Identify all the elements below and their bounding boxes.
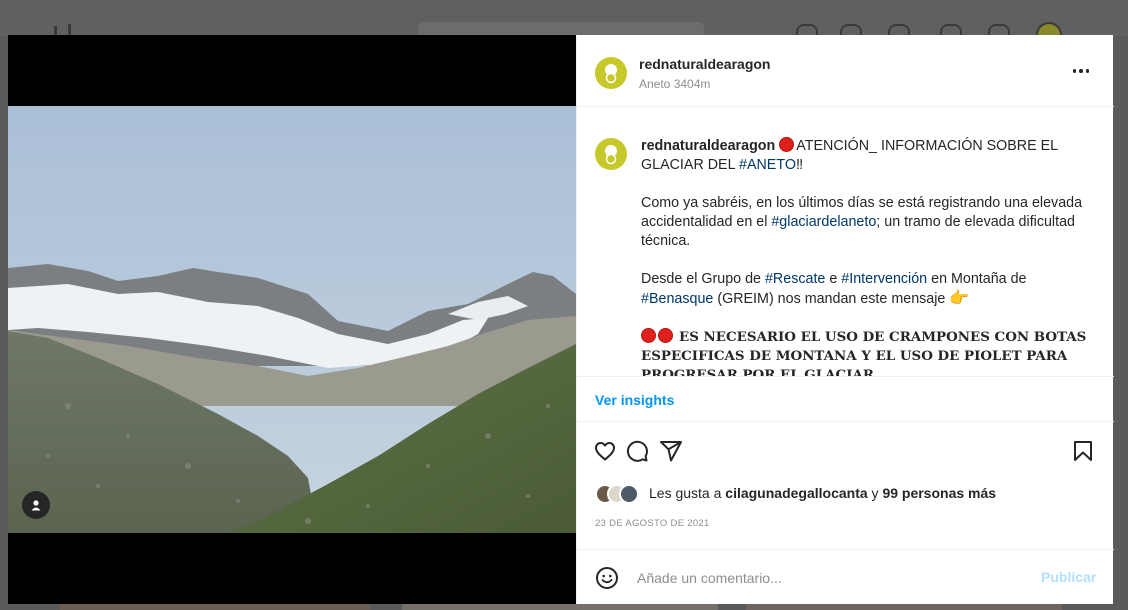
- liker-username[interactable]: cilagunadegallocanta: [725, 485, 867, 501]
- caption-warning: ES NECESARIO EL USO DE CRAMPONES CON BOT…: [641, 329, 1087, 376]
- background-search: [418, 22, 704, 36]
- background-thumbnail: [60, 603, 370, 610]
- background-thumbnail: [402, 603, 718, 610]
- caption-text: rednaturaldearagon ATENCIÓN_ INFORMACIÓN…: [641, 137, 1097, 376]
- background-thumbnail: [746, 603, 1062, 610]
- hashtag-link[interactable]: #glaciardelaneto: [771, 214, 876, 230]
- post-header: rednaturaldearagon Aneto 3404m: [577, 35, 1114, 107]
- post-date[interactable]: 23 DE AGOSTO DE 2021: [595, 518, 710, 529]
- share-icon[interactable]: [657, 437, 685, 465]
- comment-bar: Publicar: [577, 549, 1114, 604]
- post-sidebar: rednaturaldearagon Aneto 3404m rednatura…: [576, 35, 1114, 604]
- red-circle-emoji: [779, 137, 795, 152]
- publish-button[interactable]: Publicar: [1041, 569, 1096, 585]
- likes-summary: Les gusta a cilagunadegallocanta y 99 pe…: [595, 481, 996, 505]
- caption-text-segment: en Montaña de: [927, 271, 1027, 287]
- liker-avatars[interactable]: [595, 482, 643, 504]
- hashtag-link[interactable]: #Rescate: [765, 271, 825, 287]
- caption-paragraph: Desde el Grupo de #Rescate e #Intervenci…: [641, 270, 1097, 309]
- caption-headline-end: ‼: [795, 157, 804, 173]
- insights-bar: Ver insights: [577, 376, 1114, 422]
- comment-icon[interactable]: [623, 437, 651, 465]
- hashtag-link[interactable]: #ANETO: [739, 157, 796, 173]
- caption-text-segment: e: [825, 271, 842, 287]
- author-avatar[interactable]: [595, 57, 627, 89]
- save-icon[interactable]: [1069, 437, 1097, 465]
- likes-prefix: Les gusta a: [649, 485, 722, 501]
- emoji-icon[interactable]: [595, 566, 619, 590]
- likes-middle: y: [867, 485, 883, 501]
- caption-paragraph: ES NECESARIO EL USO DE CRAMPONES CON BOT…: [641, 328, 1097, 376]
- caption-author-avatar[interactable]: [595, 138, 627, 170]
- user-tag-icon[interactable]: [22, 491, 50, 519]
- post-media[interactable]: [8, 35, 576, 604]
- caption-text-segment: Desde el Grupo de: [641, 271, 765, 287]
- hashtag-link[interactable]: #Intervención: [841, 271, 927, 287]
- caption-username[interactable]: rednaturaldearagon: [641, 138, 775, 154]
- hashtag-link[interactable]: #Benasque: [641, 291, 713, 307]
- red-circle-emoji: [641, 328, 656, 343]
- view-insights-link[interactable]: Ver insights: [595, 392, 674, 408]
- liker-avatar: [619, 484, 639, 504]
- caption-text-segment: (GREIM) nos mandan este mensaje: [713, 291, 950, 307]
- post-modal: rednaturaldearagon Aneto 3404m rednatura…: [8, 35, 1114, 604]
- post-location[interactable]: Aneto 3404m: [639, 77, 710, 91]
- heart-icon[interactable]: [591, 437, 619, 465]
- pointing-hand-emoji: 👉: [949, 290, 970, 307]
- caption-area: rednaturaldearagon ATENCIÓN_ INFORMACIÓN…: [577, 107, 1114, 376]
- caption-paragraph: rednaturaldearagon ATENCIÓN_ INFORMACIÓN…: [641, 137, 1097, 175]
- author-username[interactable]: rednaturaldearagon: [639, 56, 770, 72]
- comment-input[interactable]: [637, 567, 1017, 589]
- post-actions: [577, 437, 1114, 471]
- caption-paragraph: Como ya sabréis, en los últimos días se …: [641, 194, 1097, 251]
- post-photo: [8, 106, 576, 533]
- likes-others-link[interactable]: 99 personas más: [882, 485, 996, 501]
- red-circle-emoji: [658, 328, 673, 343]
- more-icon[interactable]: [1068, 61, 1094, 81]
